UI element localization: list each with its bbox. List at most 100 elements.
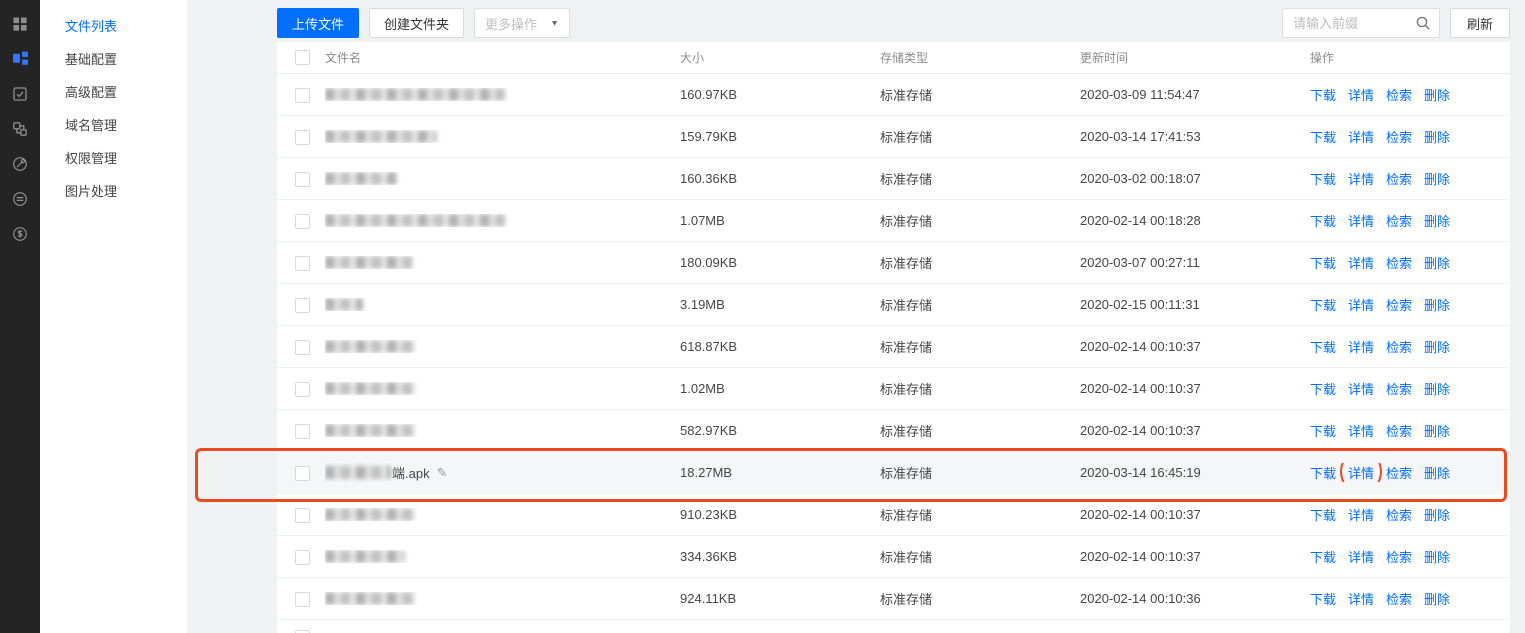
- action-detail-link[interactable]: 详情: [1348, 211, 1374, 230]
- action-detail-link[interactable]: 详情: [1348, 463, 1374, 482]
- action-delete-link[interactable]: 删除: [1424, 505, 1450, 524]
- action-download-link[interactable]: 下载: [1310, 169, 1336, 188]
- action-detail-link[interactable]: 详情: [1348, 505, 1374, 524]
- row-checkbox[interactable]: [295, 256, 310, 271]
- row-actions: 下载详情检索删除: [1310, 253, 1510, 272]
- row-actions: 下载详情检索删除: [1310, 463, 1510, 482]
- sidebar-item-basic-config[interactable]: 基础配置: [40, 43, 187, 76]
- action-download-link[interactable]: 下载: [1310, 421, 1336, 440]
- sidebar-item-file-list[interactable]: 文件列表: [40, 10, 187, 43]
- action-retrieve-link[interactable]: 检索: [1386, 547, 1412, 566]
- action-detail-link[interactable]: 详情: [1348, 127, 1374, 146]
- action-retrieve-link[interactable]: 检索: [1386, 211, 1412, 230]
- update-time: 2020-03-09 11:54:47: [1080, 87, 1310, 102]
- action-retrieve-link[interactable]: 检索: [1386, 463, 1412, 482]
- action-download-link[interactable]: 下载: [1310, 589, 1336, 608]
- action-retrieve-link[interactable]: 检索: [1386, 379, 1412, 398]
- row-checkbox[interactable]: [295, 88, 310, 103]
- action-download-link[interactable]: 下载: [1310, 127, 1336, 146]
- action-detail-link[interactable]: 详情: [1348, 547, 1374, 566]
- action-retrieve-link[interactable]: 检索: [1386, 85, 1412, 104]
- action-retrieve-link[interactable]: 检索: [1386, 421, 1412, 440]
- chevron-down-icon: ▼: [550, 19, 559, 28]
- action-download-link[interactable]: 下载: [1310, 337, 1336, 356]
- file-size: 618.87KB: [680, 339, 880, 354]
- row-checkbox[interactable]: [295, 298, 310, 313]
- action-download-link[interactable]: 下载: [1310, 253, 1336, 272]
- table-row-partial: [277, 620, 1510, 633]
- masked-filename: [325, 382, 415, 395]
- task-checkbox-icon[interactable]: [0, 76, 40, 111]
- table-row: 582.97KB 标准存储 2020-02-14 00:10:37 下载详情检索…: [277, 410, 1510, 452]
- row-checkbox[interactable]: [295, 214, 310, 229]
- action-detail-link[interactable]: 详情: [1348, 421, 1374, 440]
- action-delete-link[interactable]: 删除: [1424, 295, 1450, 314]
- header-filename: 文件名: [325, 49, 680, 66]
- action-delete-link[interactable]: 删除: [1424, 337, 1450, 356]
- row-checkbox[interactable]: [295, 592, 310, 607]
- row-checkbox[interactable]: [295, 508, 310, 523]
- action-retrieve-link[interactable]: 检索: [1386, 589, 1412, 608]
- action-detail-link[interactable]: 详情: [1348, 295, 1374, 314]
- cos-bucket-icon[interactable]: [0, 41, 40, 76]
- topology-share-icon[interactable]: [0, 111, 40, 146]
- action-detail-link[interactable]: 详情: [1348, 169, 1374, 188]
- action-delete-link[interactable]: 删除: [1424, 547, 1450, 566]
- file-size: 910.23KB: [680, 507, 880, 522]
- action-retrieve-link[interactable]: 检索: [1386, 337, 1412, 356]
- search-icon[interactable]: [1415, 15, 1431, 31]
- sidebar-item-image-processing[interactable]: 图片处理: [40, 175, 187, 208]
- row-checkbox[interactable]: [295, 382, 310, 397]
- action-download-link[interactable]: 下载: [1310, 211, 1336, 230]
- action-delete-link[interactable]: 删除: [1424, 85, 1450, 104]
- action-retrieve-link[interactable]: 检索: [1386, 295, 1412, 314]
- masked-filename: [325, 466, 391, 479]
- row-checkbox[interactable]: [295, 172, 310, 187]
- action-download-link[interactable]: 下载: [1310, 505, 1336, 524]
- currency-circle-icon[interactable]: [0, 216, 40, 251]
- row-checkbox[interactable]: [295, 130, 310, 145]
- sidebar-item-domain-management[interactable]: 域名管理: [40, 109, 187, 142]
- row-checkbox[interactable]: [295, 424, 310, 439]
- action-delete-link[interactable]: 删除: [1424, 421, 1450, 440]
- sidebar-item-permission-management[interactable]: 权限管理: [40, 142, 187, 175]
- action-detail-link[interactable]: 详情: [1348, 589, 1374, 608]
- action-retrieve-link[interactable]: 检索: [1386, 127, 1412, 146]
- action-detail-link[interactable]: 详情: [1348, 85, 1374, 104]
- action-detail-link[interactable]: 详情: [1348, 337, 1374, 356]
- action-retrieve-link[interactable]: 检索: [1386, 253, 1412, 272]
- action-delete-link[interactable]: 删除: [1424, 253, 1450, 272]
- action-detail-link[interactable]: 详情: [1348, 253, 1374, 272]
- row-checkbox[interactable]: [295, 550, 310, 565]
- action-download-link[interactable]: 下载: [1310, 295, 1336, 314]
- create-folder-button[interactable]: 创建文件夹: [369, 8, 464, 38]
- header-actions: 操作: [1310, 49, 1510, 66]
- action-download-link[interactable]: 下载: [1310, 85, 1336, 104]
- sidebar-item-advanced-config[interactable]: 高级配置: [40, 76, 187, 109]
- billing-coin-icon[interactable]: [0, 181, 40, 216]
- dashboard-grid-icon[interactable]: [0, 6, 40, 41]
- action-delete-link[interactable]: 删除: [1424, 211, 1450, 230]
- row-checkbox[interactable]: [295, 466, 310, 481]
- action-retrieve-link[interactable]: 检索: [1386, 169, 1412, 188]
- file-size: 18.27MB: [680, 465, 880, 480]
- action-download-link[interactable]: 下载: [1310, 379, 1336, 398]
- action-delete-link[interactable]: 删除: [1424, 127, 1450, 146]
- tools-circle-icon[interactable]: [0, 146, 40, 181]
- action-delete-link[interactable]: 删除: [1424, 169, 1450, 188]
- action-delete-link[interactable]: 删除: [1424, 463, 1450, 482]
- edit-pencil-icon[interactable]: ✎: [437, 465, 448, 481]
- row-checkbox[interactable]: [295, 340, 310, 355]
- action-delete-link[interactable]: 删除: [1424, 589, 1450, 608]
- action-download-link[interactable]: 下载: [1310, 463, 1336, 482]
- file-size: 3.19MB: [680, 297, 880, 312]
- upload-file-button[interactable]: 上传文件: [277, 8, 359, 38]
- action-download-link[interactable]: 下载: [1310, 547, 1336, 566]
- action-retrieve-link[interactable]: 检索: [1386, 505, 1412, 524]
- more-actions-dropdown[interactable]: 更多操作 ▼: [474, 8, 570, 38]
- action-delete-link[interactable]: 删除: [1424, 379, 1450, 398]
- select-all-checkbox[interactable]: [295, 50, 310, 65]
- refresh-button[interactable]: 刷新: [1450, 8, 1510, 38]
- row-actions: 下载详情检索删除: [1310, 337, 1510, 356]
- action-detail-link[interactable]: 详情: [1348, 379, 1374, 398]
